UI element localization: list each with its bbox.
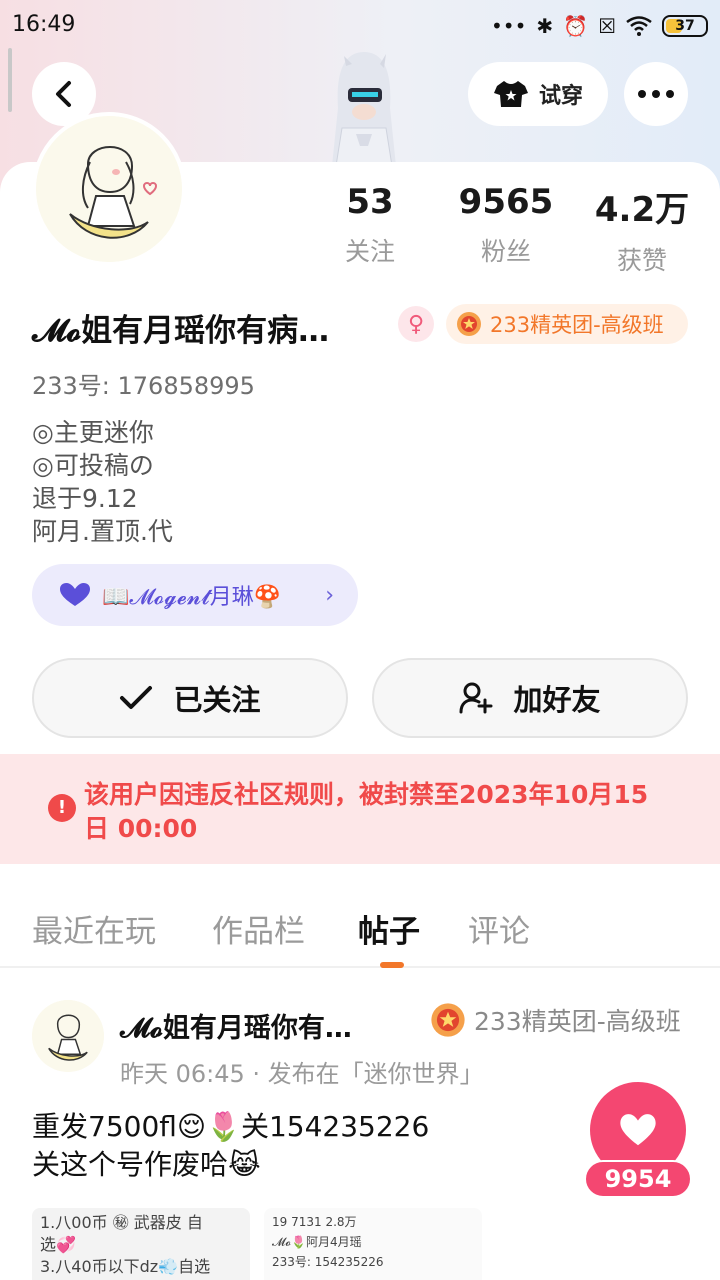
stat-label: 粉丝 (480, 237, 531, 266)
post-rank-label: 233精英团-高级班 (474, 1007, 681, 1036)
stat-likes[interactable]: 4.2万 获赞 (572, 182, 712, 277)
profile-avatar[interactable] (32, 112, 186, 266)
profile-bio: ◎主更迷你 ◎可投稿の 退于9.12 阿月.置顶.代 (32, 416, 173, 548)
profile-name: 𝓜𝓸姐有月瑶你有病… (32, 312, 330, 349)
post-author-rank: 233精英团-高级班 (430, 1002, 681, 1038)
rank-emblem-icon (457, 312, 481, 336)
heart-icon (620, 1114, 656, 1146)
post-image-thumbnail[interactable]: 1.八00币 ㊙ 武器皮 自 选💞 3.八40币以下dz💨自选 (32, 1208, 250, 1280)
stat-following[interactable]: 53 关注 (300, 182, 440, 268)
bluetooth-icon: ✱ (536, 14, 554, 38)
ban-notice: ! 该用户因违反社区规则，被封禁至2023年10月15日 00:00 (0, 754, 720, 864)
alert-icon: ! (48, 794, 76, 822)
bio-line: ◎可投稿の (32, 451, 154, 480)
bio-line: 阿月.置顶.代 (32, 517, 173, 546)
linked-profile-label: 📖𝓜𝓸𝓰𝓮𝓷𝓽月琳🍄 (102, 585, 282, 610)
status-bar: 16:49 ••• ✱ ⏰ ☒ 37 (0, 0, 720, 52)
wifi-icon (626, 16, 652, 36)
rank-label: 233精英团-高级班 (490, 313, 664, 337)
battery-icon: 37 (662, 15, 708, 37)
post-author-avatar[interactable] (32, 1000, 104, 1072)
profile-tabs: 最近在玩 作品栏 帖子 评论 (0, 880, 720, 968)
post-image-thumbnail[interactable]: 19 7131 2.8万 𝓜𝓸🌷阿月4月瑶 233号: 154235226 (264, 1208, 482, 1280)
tab-works[interactable]: 作品栏 (212, 906, 305, 951)
user-id: 233号: 176858995 (32, 372, 255, 400)
active-tab-indicator (380, 962, 404, 968)
stat-label: 获赞 (616, 246, 667, 275)
chevron-left-icon (56, 81, 71, 107)
stat-value: 53 (346, 182, 394, 222)
status-icons: ••• ✱ ⏰ ☒ 37 (491, 12, 708, 40)
stat-value: 4.2万 (594, 190, 690, 230)
tab-recently-played[interactable]: 最近在玩 (32, 906, 156, 951)
female-gender-icon: ♀ (398, 306, 434, 342)
avatar-illustration (32, 1000, 104, 1072)
linked-profile-pill[interactable]: 📖𝓜𝓸𝓰𝓮𝓷𝓽月琳🍄 › (32, 564, 358, 626)
more-dots-icon: ••• (491, 14, 527, 38)
ban-notice-text: 该用户因违反社区规则，被封禁至2023年10月15日 00:00 (84, 780, 649, 843)
more-options-button[interactable] (624, 62, 688, 126)
post-body[interactable]: 重发7500fl😌🌷关154235226 关这个号作废哈😹 (32, 1108, 429, 1184)
post-author-name[interactable]: 𝓜𝓸姐有月瑶你有… (120, 1006, 352, 1045)
tab-comments[interactable]: 评论 (468, 906, 530, 951)
check-icon (120, 686, 153, 709)
like-count: 9954 (584, 1160, 692, 1198)
purple-heart-icon (60, 583, 90, 606)
alarm-icon: ⏰ (563, 14, 589, 38)
bio-line: 退于9.12 (32, 484, 138, 513)
profile-name-row: 𝓜𝓸姐有月瑶你有病… ♀ 233精英团-高级班 (32, 304, 692, 350)
followed-label: 已关注 (173, 683, 261, 717)
bio-line: ◎主更迷你 (32, 418, 154, 447)
sim-off-icon: ☒ (598, 14, 616, 38)
rank-emblem-icon (431, 1003, 465, 1037)
followed-button[interactable]: 已关注 (32, 658, 348, 738)
try-on-label: 试穿 (538, 84, 583, 109)
chevron-right-icon: › (325, 582, 334, 608)
stat-label: 关注 (344, 237, 395, 266)
try-on-button[interactable]: 试穿 (468, 62, 608, 126)
post-line: 重发7500fl😌🌷关154235226 (32, 1110, 430, 1143)
add-friend-button[interactable]: 加好友 (372, 658, 688, 738)
stat-followers[interactable]: 9565 粉丝 (436, 182, 576, 268)
stat-value: 9565 (458, 182, 554, 222)
add-friend-label: 加好友 (513, 683, 601, 717)
post-line: 关这个号作废哈😹 (32, 1148, 261, 1181)
avatar-character-figure (332, 52, 396, 166)
status-time: 16:49 (12, 12, 76, 37)
add-user-icon (459, 682, 493, 714)
post-meta: 昨天 06:45 · 发布在「迷你世界」 (120, 1060, 484, 1088)
tab-posts[interactable]: 帖子 (358, 906, 420, 951)
scroll-indicator (8, 48, 12, 112)
avatar-illustration (36, 116, 182, 262)
more-horizontal-icon (638, 90, 674, 98)
rank-badge[interactable]: 233精英团-高级班 (446, 304, 688, 344)
shirt-icon (493, 81, 528, 107)
